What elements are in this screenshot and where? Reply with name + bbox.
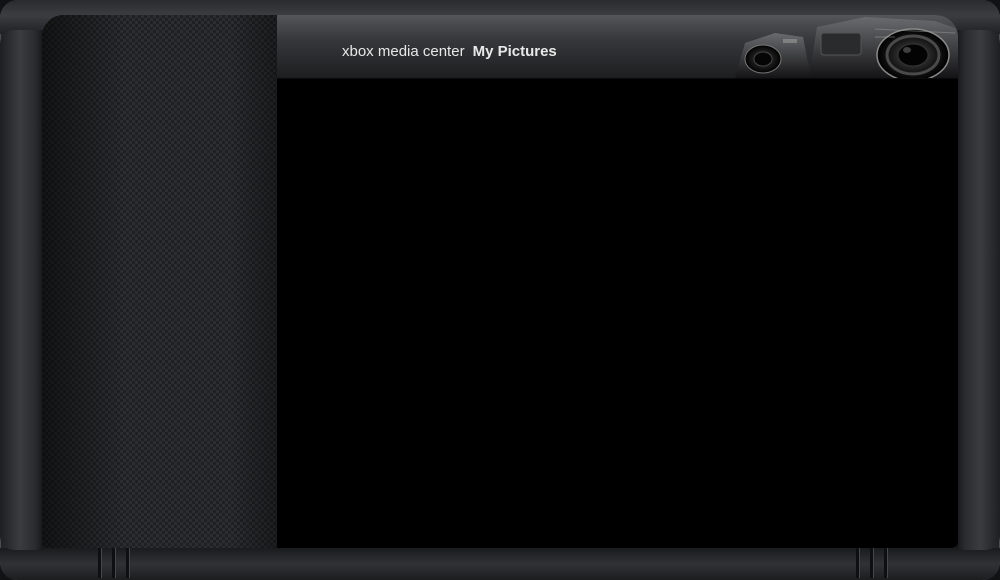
frame-groove-right <box>800 548 920 578</box>
bezel-left <box>0 30 44 550</box>
bezel-right <box>956 30 1000 550</box>
page-title: xbox media center My Pictures <box>342 43 557 60</box>
camera-lens-icon <box>735 17 958 78</box>
frame-groove-left <box>80 548 200 578</box>
side-panel <box>42 15 277 548</box>
header-bar: xbox media center My Pictures <box>277 15 958 79</box>
section-title: My Pictures <box>472 43 557 60</box>
main-screen: xbox media center My Pictures <box>42 15 958 548</box>
app-name: xbox media center <box>342 43 465 60</box>
